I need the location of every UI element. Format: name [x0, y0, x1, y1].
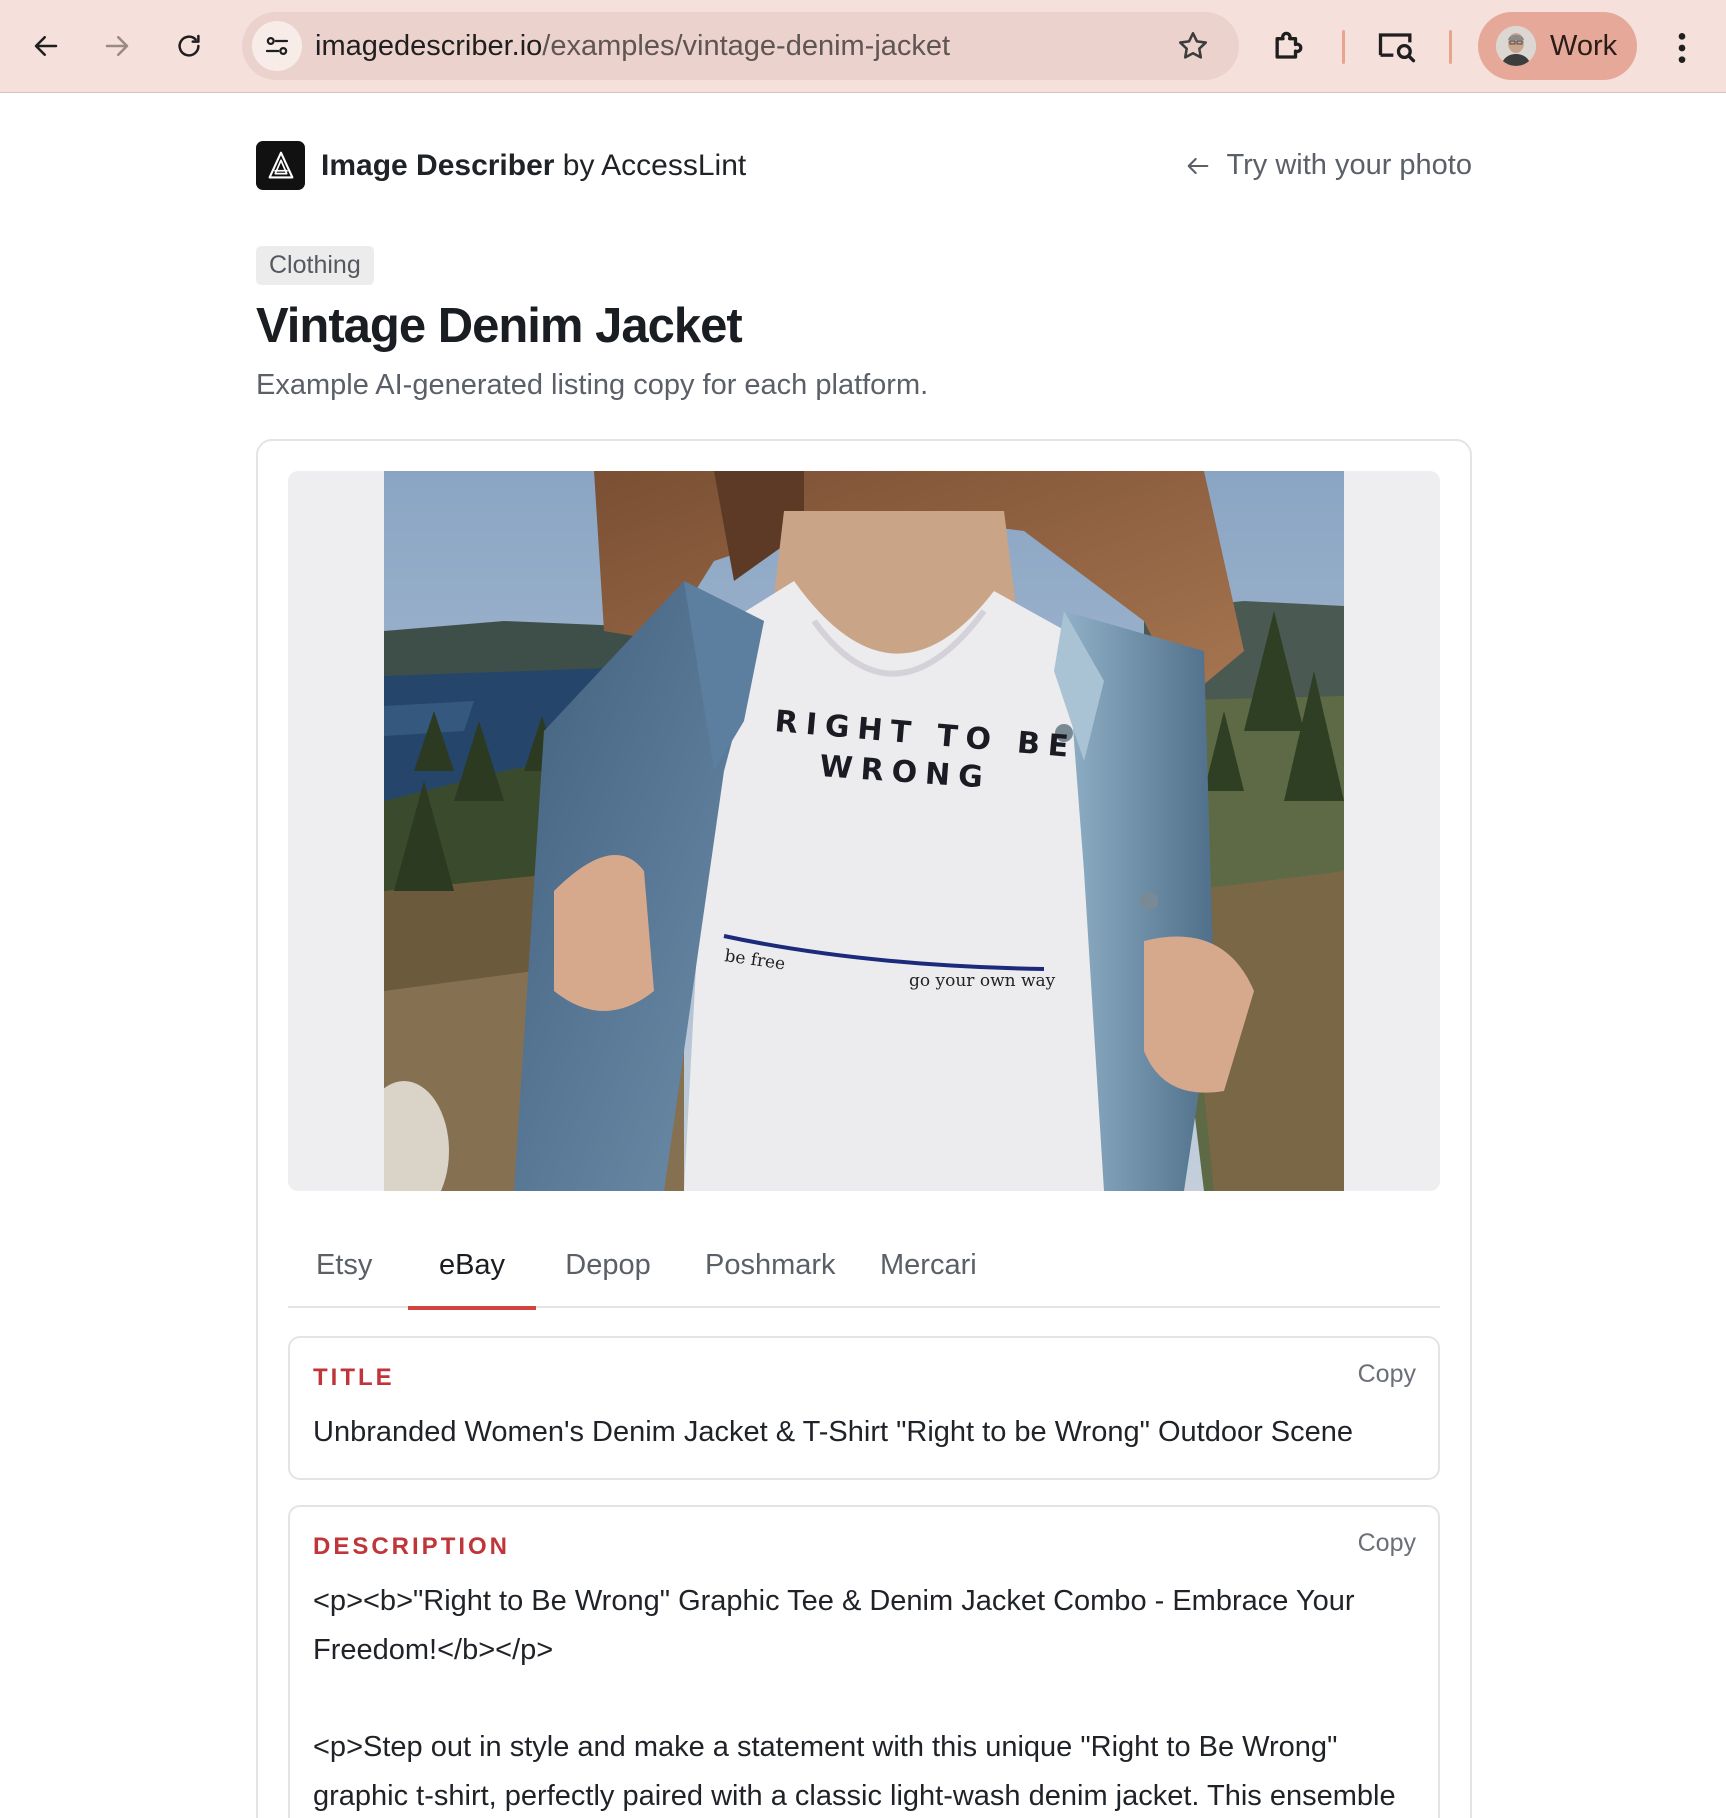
shirt-text-right: go your own way	[909, 971, 1056, 991]
description-paragraph-2: <p>Step out in style and make a statemen…	[313, 1731, 1396, 1812]
brand[interactable]: Image Describer by AccessLint	[256, 141, 746, 190]
photo-frame: RIGHT TO BE WRONG be free go your own wa…	[288, 471, 1440, 1191]
site-info-icon	[265, 36, 289, 55]
forward-button[interactable]	[88, 17, 146, 75]
tab-mercari[interactable]: Mercari	[880, 1224, 977, 1308]
forward-arrow-icon	[105, 36, 129, 56]
more-vert-icon[interactable]	[1662, 28, 1702, 68]
tab-poshmark[interactable]: Poshmark	[705, 1224, 836, 1308]
site-info-button[interactable]	[252, 21, 302, 71]
url-text[interactable]: imagedescriber.io/examples/vintage-denim…	[315, 12, 950, 80]
address-bar[interactable]: imagedescriber.io/examples/vintage-denim…	[242, 12, 1239, 80]
back-arrow-icon	[34, 36, 58, 56]
brand-suffix: by AccessLint	[554, 148, 747, 182]
profile-name: Work	[1550, 30, 1618, 62]
page-subtitle: Example AI-generated listing copy for ea…	[256, 369, 929, 401]
browser-toolbar: imagedescriber.io/examples/vintage-denim…	[0, 0, 1726, 93]
tab-depop[interactable]: Depop	[565, 1224, 651, 1308]
reload-icon	[178, 34, 200, 57]
brand-name: Image Describer by AccessLint	[321, 149, 746, 183]
arrow-left-icon	[1188, 157, 1209, 174]
extensions-icon[interactable]	[1268, 24, 1312, 68]
brand-title: Image Describer	[321, 148, 555, 182]
description-label: DESCRIPTION	[313, 1533, 511, 1560]
description-field: DESCRIPTION Copy <p><b>"Right to Be Wron…	[288, 1505, 1440, 1818]
reload-button[interactable]	[160, 17, 218, 75]
title-field: TITLE Copy Unbranded Women's Denim Jacke…	[288, 1336, 1440, 1480]
toolbar-separator	[1449, 30, 1452, 64]
avatar	[1496, 26, 1536, 66]
title-label: TITLE	[313, 1364, 395, 1391]
star-icon[interactable]	[1175, 28, 1211, 64]
category-badge: Clothing	[256, 246, 374, 285]
profile-button[interactable]: Work	[1478, 12, 1637, 80]
platform-tabs: Etsy eBay Depop Poshmark Mercari	[288, 1224, 1440, 1310]
copy-title-button[interactable]: Copy	[1358, 1360, 1416, 1389]
try-with-photo-link[interactable]: Try with your photo	[1184, 141, 1472, 190]
product-photo: RIGHT TO BE WRONG be free go your own wa…	[384, 471, 1344, 1191]
try-link-label: Try with your photo	[1226, 149, 1472, 181]
toolbar-separator	[1342, 30, 1345, 64]
back-button[interactable]	[17, 17, 75, 75]
page-title: Vintage Denim Jacket	[256, 299, 743, 353]
copy-description-button[interactable]: Copy	[1358, 1529, 1416, 1558]
listing-card: RIGHT TO BE WRONG be free go your own wa…	[256, 439, 1472, 1818]
url-domain: imagedescriber.io	[315, 30, 543, 62]
accesslint-logo	[256, 141, 305, 190]
url-path: /examples/vintage-denim-jacket	[542, 30, 951, 62]
tab-etsy[interactable]: Etsy	[316, 1224, 372, 1308]
description-paragraph-1: <p><b>"Right to Be Wrong" Graphic Tee & …	[313, 1585, 1363, 1666]
listing-title-text: Unbranded Women's Denim Jacket & T-Shirt…	[313, 1416, 1354, 1448]
cast-icon[interactable]	[1375, 24, 1419, 68]
tab-ebay[interactable]: eBay	[408, 1224, 536, 1310]
